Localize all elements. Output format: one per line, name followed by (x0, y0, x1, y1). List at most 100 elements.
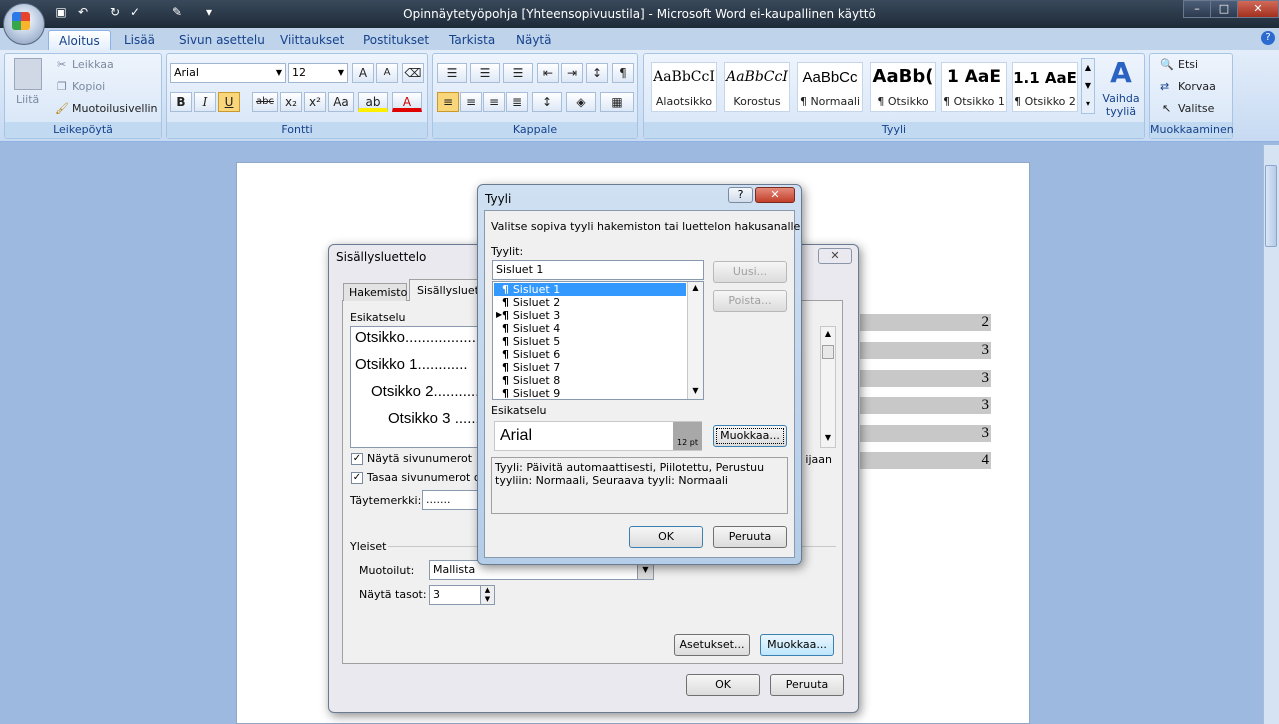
align-center-icon[interactable]: ≡ (460, 92, 482, 112)
font-color-icon[interactable]: A (392, 92, 422, 112)
tab-nayta[interactable]: Näytä (506, 30, 562, 50)
customize-qat-icon[interactable]: ▾ (200, 5, 218, 22)
spin-down-icon[interactable]: ▼ (480, 595, 494, 604)
grow-font-icon[interactable]: A (352, 63, 374, 83)
cut-icon[interactable]: ✂ (57, 58, 66, 71)
format-painter-button[interactable]: Muotoilusivellin (72, 102, 158, 115)
style-alaotsikko[interactable]: AaBbCcI Alaotsikko (651, 62, 717, 112)
select-button[interactable]: Valitse (1178, 102, 1214, 115)
style-otsikko-2[interactable]: 1.1 AaE ¶ Otsikko 2 (1012, 62, 1078, 112)
superscript-button[interactable]: x² (304, 92, 326, 112)
format-painter-icon[interactable]: 🖌 (55, 102, 69, 115)
justify-icon[interactable]: ≣ (506, 92, 528, 112)
style-name-input[interactable]: Sisluet 1 (492, 260, 704, 280)
find-icon[interactable]: 🔍 (1160, 58, 1174, 71)
tab-tarkista[interactable]: Tarkista (439, 30, 505, 50)
style-list-item[interactable]: ¶ Sisluet 1 (494, 283, 686, 296)
style-list-item[interactable]: ¶ Sisluet 3 (494, 309, 686, 322)
increase-indent-icon[interactable]: ⇥ (561, 63, 583, 83)
draw-icon[interactable]: ✎ (168, 5, 186, 22)
style-list-item[interactable]: ¶ Sisluet 8 (494, 374, 686, 387)
spelling-icon[interactable]: ✓ (126, 5, 144, 22)
style-modify-button[interactable]: Muokkaa... (713, 425, 787, 447)
subscript-button[interactable]: x₂ (280, 92, 302, 112)
tab-hakemisto[interactable]: Hakemisto (343, 283, 407, 301)
style-list-item[interactable]: ¶ Sisluet 9 (494, 387, 686, 399)
copy-button[interactable]: Kopioi (72, 80, 105, 93)
style-list-item[interactable]: ¶ Sisluet 4 (494, 322, 686, 335)
tab-postitukset[interactable]: Postitukset (353, 30, 439, 50)
toc-web-preview-scrollbar[interactable]: ▲ ▼ (820, 326, 836, 448)
scroll-up-icon[interactable]: ▲ (688, 283, 703, 292)
italic-button[interactable]: I (194, 92, 216, 112)
change-case-button[interactable]: Aa (328, 92, 354, 112)
tab-leader-select[interactable]: ....... (422, 490, 480, 510)
styles-list[interactable]: ¶ Sisluet 1 ¶ Sisluet 2 ¶ Sisluet 3 ¶ Sislu… (492, 281, 704, 400)
style-list-item[interactable]: ¶ Sisluet 2 (494, 296, 686, 309)
style-close-icon[interactable]: ✕ (755, 187, 795, 203)
line-spacing-icon[interactable]: ↕ (532, 92, 562, 112)
shrink-font-icon[interactable]: A (376, 63, 398, 83)
scroll-up-icon[interactable]: ▲ (821, 329, 835, 338)
tab-sisallysluettelo[interactable]: Sisällysluettelo (409, 279, 481, 301)
copy-icon[interactable]: ❐ (57, 80, 67, 93)
style-list-item[interactable]: ¶ Sisluet 7 (494, 361, 686, 374)
clear-format-icon[interactable]: ⌫ (402, 63, 424, 83)
help-question-icon[interactable]: ? (728, 187, 753, 203)
options-button[interactable]: Asetukset... (674, 634, 750, 656)
undo-icon[interactable]: ↶ (74, 5, 92, 22)
tab-aloitus[interactable]: Aloitus (48, 30, 111, 50)
redo-icon[interactable]: ↻ (106, 5, 124, 22)
scroll-down-icon[interactable]: ▼ (821, 433, 835, 442)
toc-close-icon[interactable]: ✕ (818, 248, 852, 264)
style-otsikko[interactable]: AaBb( ¶ Otsikko (870, 62, 936, 112)
scrollbar-thumb[interactable] (1265, 165, 1277, 247)
tab-sivun-asettelu[interactable]: Sivun asettelu (169, 30, 275, 50)
highlight-icon[interactable]: ab (358, 92, 388, 112)
bold-button[interactable]: B (170, 92, 192, 112)
multilevel-list-icon[interactable]: ☰ (503, 63, 533, 83)
help-icon[interactable]: ? (1261, 31, 1275, 45)
new-style-button[interactable]: Uusi... (713, 261, 787, 283)
style-cancel-button[interactable]: Peruuta (713, 526, 787, 548)
change-styles-button[interactable]: Vaihda tyyliä (1100, 92, 1142, 118)
save-icon[interactable]: ▣ (52, 5, 70, 22)
delete-style-button[interactable]: Poista... (713, 290, 787, 312)
style-korostus[interactable]: AaBbCcI Korostus (724, 62, 790, 112)
style-otsikko-1[interactable]: 1 AaE ¶ Otsikko 1 (941, 62, 1007, 112)
font-family-combo[interactable]: Arial ▼ (170, 63, 286, 83)
styles-list-scrollbar[interactable]: ▲ ▼ (687, 282, 703, 399)
tab-viittaukset[interactable]: Viittaukset (270, 30, 354, 50)
shading-icon[interactable]: ◈ (566, 92, 596, 112)
toc-modify-button[interactable]: Muokkaa... (760, 634, 834, 656)
scroll-thumb[interactable] (822, 345, 834, 359)
sort-icon[interactable]: ↕ (586, 63, 608, 83)
align-page-numbers-checkbox[interactable]: ✓ (351, 472, 363, 484)
paste-icon[interactable] (14, 58, 42, 90)
align-left-icon[interactable]: ≡ (437, 92, 459, 112)
cut-button[interactable]: Leikkaa (72, 58, 114, 71)
style-normaali[interactable]: AaBbCc ¶ Normaali (797, 62, 863, 112)
change-styles-icon[interactable]: A (1106, 58, 1136, 88)
numbering-icon[interactable]: ☰ (470, 63, 500, 83)
select-icon[interactable]: ↖ (1162, 102, 1171, 115)
show-page-numbers-checkbox[interactable]: ✓ (351, 453, 363, 465)
replace-icon[interactable]: ⇄ (1160, 80, 1169, 93)
show-formatting-button[interactable]: ¶ (612, 63, 634, 83)
replace-button[interactable]: Korvaa (1178, 80, 1216, 93)
close-window-button[interactable]: ✕ (1237, 0, 1279, 18)
bullets-icon[interactable]: ☰ (437, 63, 467, 83)
find-button[interactable]: Etsi (1178, 58, 1198, 71)
toc-cancel-button[interactable]: Peruuta (770, 674, 844, 696)
style-list-item[interactable]: ¶ Sisluet 5 (494, 335, 686, 348)
decrease-indent-icon[interactable]: ⇤ (537, 63, 559, 83)
tab-lisaa[interactable]: Lisää (114, 30, 165, 50)
styles-scroll-icon[interactable]: ▲ ▼ ▾ (1081, 58, 1095, 114)
spin-up-icon[interactable]: ▲ (480, 586, 494, 595)
minimize-button[interactable]: – (1183, 0, 1211, 18)
maximize-button[interactable]: □ (1210, 0, 1238, 18)
levels-spinner[interactable]: 3 ▲ ▼ (429, 585, 495, 605)
style-ok-button[interactable]: OK (629, 526, 703, 548)
align-right-icon[interactable]: ≡ (483, 92, 505, 112)
underline-button[interactable]: U (218, 92, 240, 112)
